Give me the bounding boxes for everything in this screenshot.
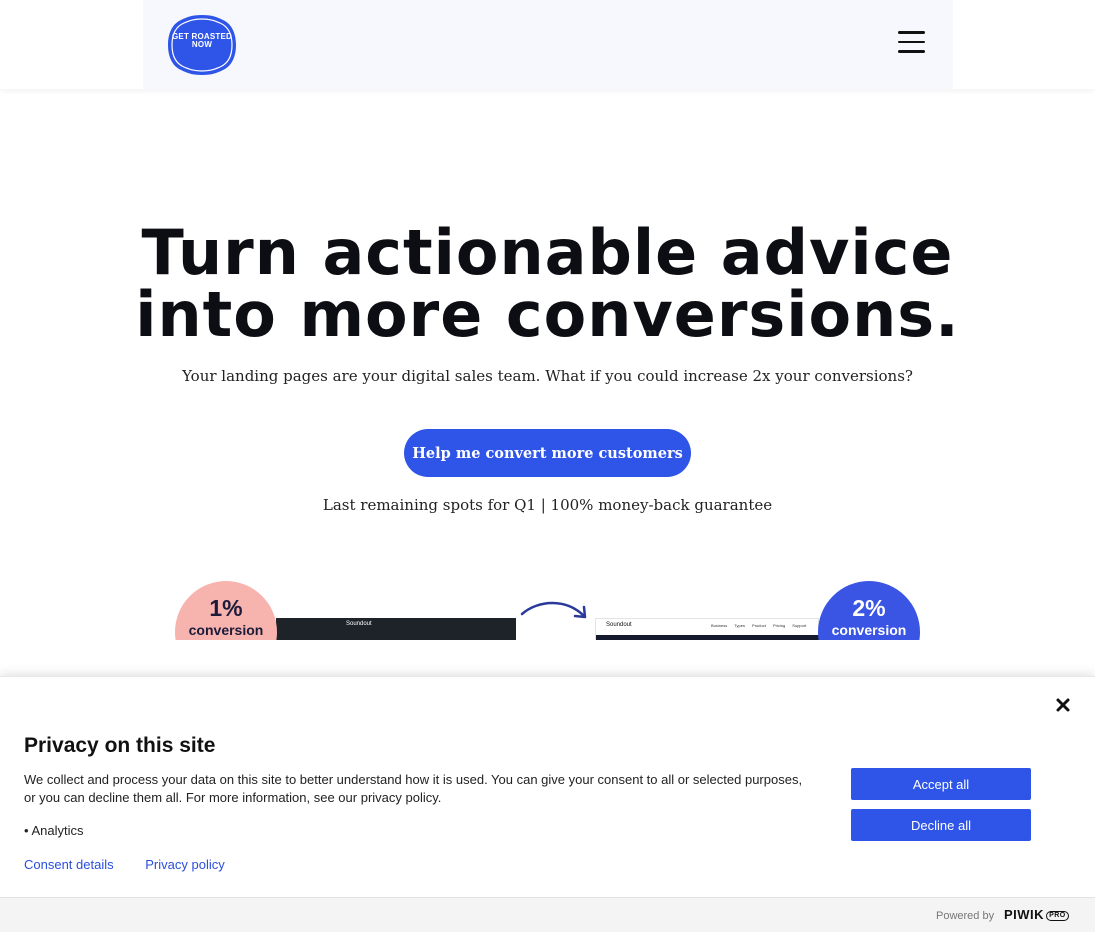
piwik-brand: PIWIK	[1004, 907, 1045, 922]
consent-details-link[interactable]: Consent details	[24, 857, 114, 872]
hamburger-menu-icon[interactable]	[898, 31, 928, 55]
decline-all-button[interactable]: Decline all	[851, 809, 1031, 841]
accept-all-button[interactable]: Accept all	[851, 768, 1031, 800]
after-brand: Soundout	[606, 622, 632, 628]
consent-purpose-item: • Analytics	[24, 823, 83, 838]
powered-by-text: Powered by	[936, 910, 995, 922]
consent-title: Privacy on this site	[24, 734, 216, 757]
consent-links: Consent details Privacy policy	[24, 857, 253, 872]
powered-by-bar: Powered by PIWIK PRO	[0, 897, 1095, 932]
logo[interactable]: GET ROASTED NOW	[167, 14, 237, 76]
consent-purpose-label: Analytics	[31, 823, 84, 838]
before-conversion-value: 1%	[209, 595, 243, 621]
before-after-showcase: Soundout 1% conversion Soundout Business…	[0, 570, 1095, 640]
after-conversion-value: 2%	[852, 595, 886, 621]
hero-title: Turn actionable advice into more convers…	[0, 222, 1095, 346]
privacy-consent-banner: Privacy on this site We collect and proc…	[0, 676, 1095, 932]
before-screenshot: Soundout	[276, 618, 516, 640]
piwik-pro-logo[interactable]: PIWIK PRO	[1004, 907, 1069, 922]
before-brand: Soundout	[346, 621, 372, 627]
hero-subtitle: Your landing pages are your digital sale…	[182, 367, 913, 385]
privacy-policy-link[interactable]: Privacy policy	[145, 857, 224, 872]
after-hero-bar	[596, 635, 820, 640]
curved-arrow-icon	[520, 601, 587, 619]
before-conversion-label: conversion	[188, 622, 264, 638]
piwik-pro-badge: PRO	[1046, 911, 1069, 921]
hero-note: Last remaining spots for Q1 | 100% money…	[322, 496, 773, 514]
navbar: GET ROASTED NOW	[143, 0, 953, 89]
consent-description: We collect and process your data on this…	[24, 772, 803, 805]
hero-title-line-2: into more conversions.	[135, 278, 960, 351]
after-conversion-label: conversion	[831, 622, 907, 638]
cta-button[interactable]: Help me convert more customers	[404, 429, 691, 477]
after-nav: Business Types Product Pricing Support	[711, 623, 807, 628]
logo-text: GET ROASTED NOW	[172, 32, 232, 49]
after-conversion-badge: 2% conversion	[818, 581, 920, 640]
close-icon[interactable]	[1055, 697, 1071, 713]
before-conversion-badge: 1% conversion	[175, 581, 277, 640]
after-screenshot: Soundout Business Types Product Pricing …	[595, 618, 820, 640]
